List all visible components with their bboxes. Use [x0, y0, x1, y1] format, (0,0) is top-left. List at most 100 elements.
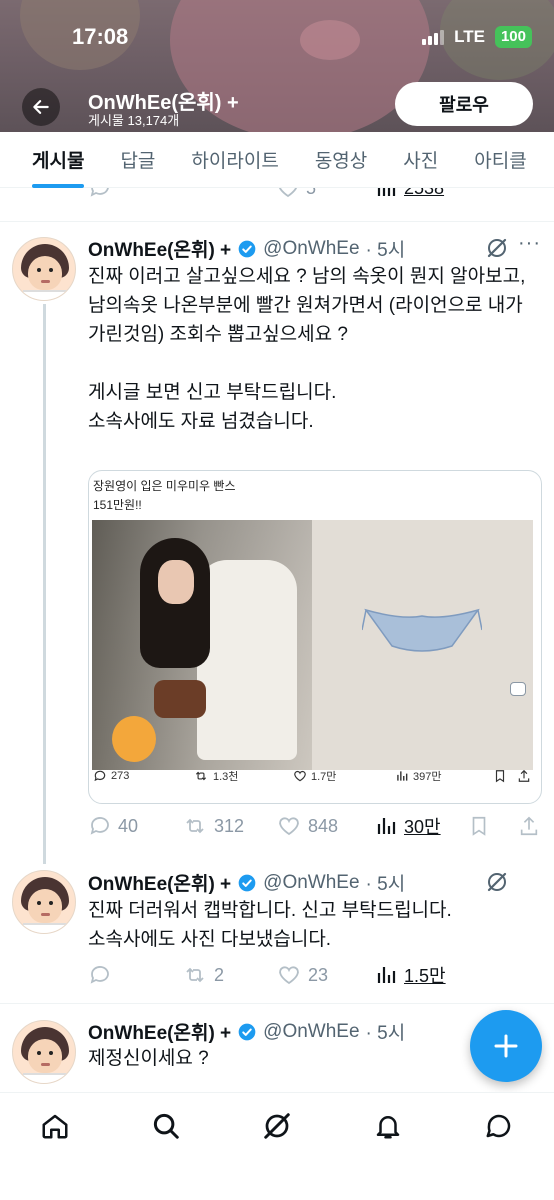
views-icon [377, 967, 396, 983]
back-button[interactable] [22, 88, 60, 126]
reply-icon [90, 966, 109, 984]
quote-like[interactable]: 1.7만 [293, 768, 336, 784]
quote-reply-count: 273 [111, 770, 130, 782]
author-handle[interactable]: @OnWhEe [263, 1021, 359, 1043]
profile-tabs: 게시물 답글 하이라이트 동영상 사진 아티클 [0, 132, 554, 188]
reply-button[interactable] [88, 963, 118, 987]
like-count: 5 [306, 188, 316, 199]
author-name[interactable]: OnWhEe(온휘) + [88, 1018, 231, 1045]
signal-icon [422, 29, 445, 45]
quote-caption-line2: 151만원!! [93, 498, 142, 512]
tweet-header: OnWhEe(온휘) + @OnWhEe · 5시 [88, 235, 405, 262]
verified-badge-icon [238, 1023, 256, 1040]
divider [0, 1003, 554, 1004]
retweet-count: 2 [214, 964, 225, 985]
grok-icon[interactable] [485, 236, 509, 260]
reply-button[interactable] [88, 188, 112, 200]
compose-button[interactable] [470, 1010, 542, 1082]
like-count: 23 [308, 964, 329, 985]
author-handle[interactable]: @OnWhEe [263, 872, 359, 894]
quote-photo-left[interactable] [92, 520, 312, 770]
tab-videos[interactable]: 동영상 [297, 132, 385, 188]
reply-icon [94, 770, 106, 782]
retweet-button[interactable]: 2 [182, 963, 224, 987]
share-icon[interactable] [517, 769, 531, 783]
caption-badge-icon [510, 682, 526, 696]
views-icon [377, 818, 396, 834]
view-count: 30만 [404, 817, 441, 837]
home-icon[interactable] [40, 1111, 70, 1141]
tweet-actions: 2 23 1.5만 [0, 960, 554, 990]
like-button[interactable]: 5 [276, 188, 316, 200]
quote-view-count: 397만 [413, 771, 442, 783]
views-button[interactable]: 2538 [374, 188, 444, 200]
tab-highlights[interactable]: 하이라이트 [173, 132, 296, 188]
grok-icon[interactable] [485, 870, 509, 894]
retweet-icon [186, 818, 204, 834]
reply-icon [90, 188, 109, 197]
retweet-count: 312 [214, 815, 245, 836]
tab-articles[interactable]: 아티클 [456, 132, 544, 188]
status-time: 17:08 [72, 24, 129, 49]
previous-tweet-actions: 5 2538 [0, 188, 554, 222]
reply-icon [90, 817, 109, 835]
bookmark-icon[interactable] [468, 814, 490, 838]
bookmark-icon[interactable] [493, 769, 507, 783]
follow-button[interactable]: 팔로우 [395, 82, 533, 126]
heart-icon [279, 817, 299, 836]
verified-badge-icon [238, 874, 256, 891]
quote-caption-line1: 장원영이 입은 미우미우 빤스 [93, 479, 236, 493]
quote-retweet[interactable]: 1.3천 [193, 768, 238, 784]
like-button[interactable]: 848 [276, 814, 338, 838]
reply-button[interactable]: 40 [88, 814, 138, 838]
author-name[interactable]: OnWhEe(온휘) + [88, 235, 231, 262]
author-handle[interactable]: @OnWhEe [263, 238, 359, 260]
tweet-actions: 40 312 848 30만 [0, 811, 554, 841]
battery-icon: 100 [494, 26, 532, 48]
avatar[interactable] [12, 237, 76, 301]
quote-views[interactable]: 397만 [395, 768, 441, 784]
back-arrow-icon [33, 100, 49, 114]
heart-icon [279, 966, 299, 985]
quoted-tweet[interactable]: 장원영이 입은 미우미우 빤스 151만원!! 273 1.3천 1.7만 39… [88, 470, 542, 804]
share-icon[interactable] [518, 814, 540, 838]
views-button[interactable]: 1.5만 [374, 962, 446, 988]
notifications-icon[interactable] [373, 1111, 403, 1141]
views-button[interactable]: 30만 [374, 813, 441, 839]
quote-reply[interactable]: 273 [93, 769, 129, 783]
reply-count: 40 [118, 815, 139, 836]
avatar[interactable] [12, 870, 76, 934]
heart-icon [294, 770, 306, 782]
tab-photos[interactable]: 사진 [385, 132, 456, 188]
messages-icon[interactable] [484, 1111, 514, 1141]
tweet-time: · 5시 [365, 874, 406, 895]
network-label: LTE [454, 27, 485, 46]
quote-photo-right[interactable] [312, 520, 533, 770]
views-icon [377, 188, 396, 196]
bottom-navigation [0, 1092, 554, 1200]
retweet-icon [195, 771, 207, 781]
tweet-text: 진짜 더러워서 캡박합니다. 신고 부탁드립니다. 소속사에도 사진 다보냈습니… [88, 900, 452, 950]
tweet-time: · 5시 [365, 240, 406, 261]
ryan-sticker [112, 716, 156, 762]
more-options-icon[interactable]: ··· [518, 232, 541, 255]
quote-like-count: 1.7만 [311, 771, 337, 783]
search-icon[interactable] [151, 1111, 181, 1141]
tab-posts[interactable]: 게시물 [12, 132, 102, 188]
tweet-text: 진짜 이러고 살고싶으세요 ? 남의 속옷이 뭔지 알아보고, 남의속옷 나온부… [88, 266, 526, 432]
retweet-button[interactable]: 312 [182, 814, 244, 838]
grok-icon[interactable] [262, 1111, 292, 1141]
quote-retweet-count: 1.3천 [213, 771, 239, 783]
tweet-header: OnWhEe(온휘) + @OnWhEe · 5시 [88, 869, 405, 896]
author-name[interactable]: OnWhEe(온휘) + [88, 869, 231, 896]
tweet-header: OnWhEe(온휘) + @OnWhEe · 5시 [88, 1018, 405, 1045]
like-button[interactable]: 23 [276, 963, 328, 987]
like-count: 848 [308, 815, 339, 836]
quote-caption: 장원영이 입은 미우미우 빤스 151만원!! [93, 477, 235, 515]
retweet-icon [186, 967, 204, 983]
avatar[interactable] [12, 1020, 76, 1084]
tweet-time: · 5시 [365, 1023, 406, 1044]
post-count: 게시물 13,174개 [88, 113, 180, 128]
tab-replies[interactable]: 답글 [102, 132, 173, 188]
thread-line [43, 304, 46, 864]
